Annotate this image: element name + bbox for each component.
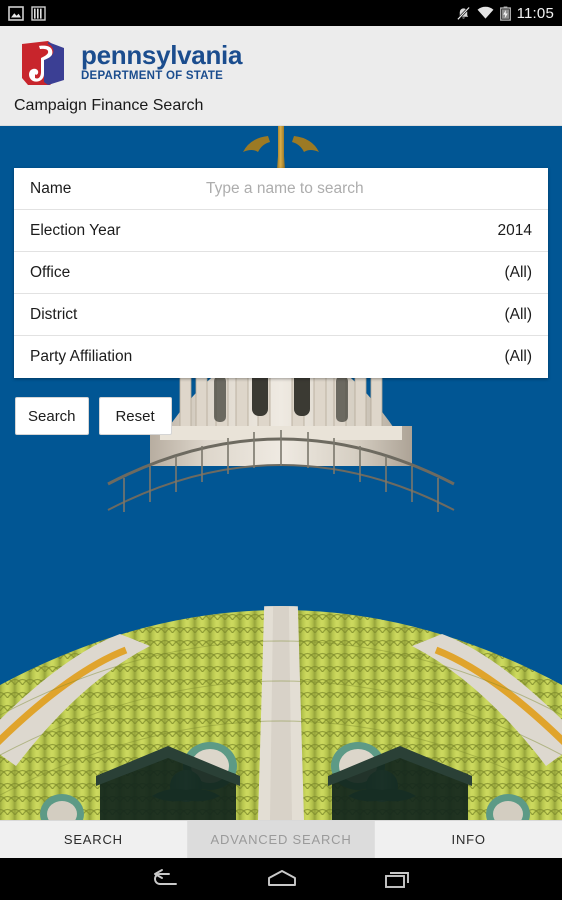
form-label-name: Name [30,179,72,197]
office-value[interactable]: (All) [504,264,532,282]
form-label-office: Office [30,263,71,281]
brand-wordmark-main: pennsylvania [81,40,243,70]
reset-button[interactable]: Reset [98,397,172,435]
brand-logo-row: pennsylvania DEPARTMENT OF STATE [14,38,242,90]
ringer-muted-icon [456,6,470,20]
back-arrow-icon[interactable] [150,868,180,890]
status-bar-clock: 11:05 [516,4,554,22]
form-row-election-year[interactable]: Election Year 2014 [14,210,548,252]
wifi-icon [477,6,493,19]
android-status-bar: 11:05 [0,0,562,26]
battery-charging-icon [499,6,511,21]
pennsylvania-keystone-logo-icon [14,38,72,90]
brand-wordmark: pennsylvania DEPARTMENT OF STATE [81,38,242,82]
party-affiliation-value[interactable]: (All) [504,348,532,366]
recent-apps-icon[interactable] [384,868,412,890]
android-navigation-bar [0,858,562,900]
form-actions: Search Reset [15,397,172,435]
election-year-value[interactable]: 2014 [498,222,532,240]
tab-search[interactable]: SEARCH [0,821,188,858]
form-label-election-year: Election Year [30,221,121,239]
tab-advanced-search[interactable]: ADVANCED SEARCH [187,821,376,858]
sdcard-icon [31,5,46,21]
tab-info[interactable]: INFO [375,821,562,858]
brand-wordmark-sub: DEPARTMENT OF STATE [81,70,224,82]
screenshot-icon [8,5,24,21]
search-button[interactable]: Search [15,397,89,435]
page-title: Campaign Finance Search [14,97,204,114]
search-form-card: Name Type a name to search Election Year… [14,168,548,378]
form-row-district[interactable]: District (All) [14,294,548,336]
form-row-name[interactable]: Name Type a name to search [14,168,548,210]
name-input-placeholder[interactable]: Type a name to search [206,180,364,198]
form-row-party-affiliation[interactable]: Party Affiliation (All) [14,336,548,378]
district-value[interactable]: (All) [504,306,532,324]
form-row-office[interactable]: Office (All) [14,252,548,294]
app-root: 11:05 pennsylvania DEPARTMENT OF STATE C… [0,0,562,900]
form-label-party-affiliation: Party Affiliation [30,348,133,365]
bottom-tab-bar: SEARCH ADVANCED SEARCH INFO [0,820,562,858]
app-header: pennsylvania DEPARTMENT OF STATE Campaig… [0,26,562,126]
home-icon[interactable] [266,868,298,890]
form-label-district: District [30,305,78,323]
status-bar-right-icons: 11:05 [456,5,554,22]
status-bar-left-icons [8,5,46,21]
